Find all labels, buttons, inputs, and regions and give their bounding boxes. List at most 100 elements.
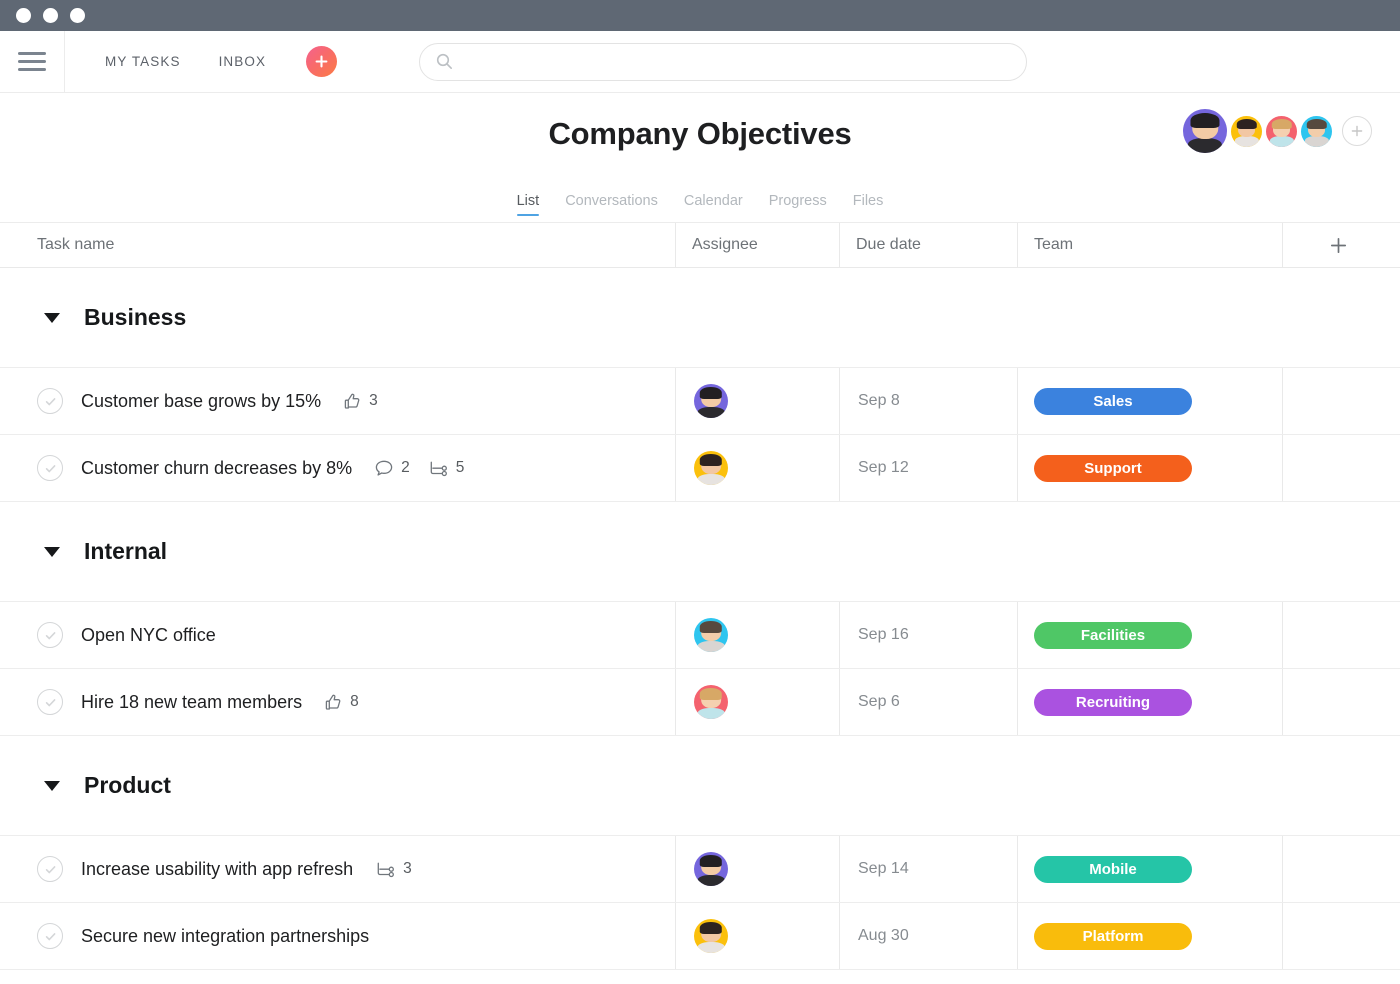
complete-task-checkbox[interactable] xyxy=(37,856,63,882)
task-meta-item[interactable]: 3 xyxy=(343,392,378,411)
avatar[interactable] xyxy=(1183,109,1227,153)
task-name-cell[interactable]: Customer base grows by 15% 3 xyxy=(0,368,675,434)
extra-cell[interactable] xyxy=(1282,368,1400,434)
team-cell[interactable]: Platform xyxy=(1017,903,1282,969)
assignee-cell[interactable] xyxy=(675,903,839,969)
window-close-button[interactable] xyxy=(16,8,31,23)
complete-task-checkbox[interactable] xyxy=(37,689,63,715)
window-maximize-button[interactable] xyxy=(70,8,85,23)
table-row[interactable]: Customer churn decreases by 8% 25 Sep 12… xyxy=(0,435,1400,502)
due-date-cell[interactable]: Aug 30 xyxy=(839,903,1017,969)
column-header-due-date[interactable]: Due date xyxy=(839,223,1017,267)
nav-link-my-tasks[interactable]: MY TASKS xyxy=(105,54,181,69)
extra-cell[interactable] xyxy=(1282,602,1400,668)
table-row[interactable]: Secure new integration partnerships Aug … xyxy=(0,903,1400,970)
column-header-team[interactable]: Team xyxy=(1017,223,1282,267)
task-name-cell[interactable]: Increase usability with app refresh 3 xyxy=(0,836,675,902)
due-date-label: Sep 6 xyxy=(858,693,900,710)
search-input[interactable] xyxy=(463,52,1011,71)
assignee-cell[interactable] xyxy=(675,368,839,434)
menu-button[interactable] xyxy=(0,30,65,93)
complete-task-checkbox[interactable] xyxy=(37,455,63,481)
plus-icon xyxy=(315,55,328,68)
extra-cell[interactable] xyxy=(1282,903,1400,969)
column-header-task-name[interactable]: Task name xyxy=(0,223,675,267)
team-cell[interactable]: Facilities xyxy=(1017,602,1282,668)
create-task-button[interactable] xyxy=(306,46,338,77)
due-date-cell[interactable]: Sep 12 xyxy=(839,435,1017,501)
extra-cell[interactable] xyxy=(1282,836,1400,902)
section-header-row: Company xyxy=(0,970,1400,984)
task-meta-item[interactable]: 3 xyxy=(375,860,412,879)
task-name-cell[interactable]: Hire 18 new team members 8 xyxy=(0,669,675,735)
table-row[interactable]: Customer base grows by 15% 3 Sep 8 Sales xyxy=(0,368,1400,435)
add-column-button[interactable] xyxy=(1282,223,1400,267)
status-badge[interactable]: Sales xyxy=(1034,387,1192,415)
task-name-cell[interactable]: Secure new integration partnerships xyxy=(0,903,675,969)
team-cell[interactable]: Recruiting xyxy=(1017,669,1282,735)
team-cell[interactable]: Support xyxy=(1017,435,1282,501)
comment-icon xyxy=(375,460,393,476)
project-members xyxy=(1183,109,1372,153)
table-row[interactable]: Open NYC office Sep 16 Facilities xyxy=(0,602,1400,669)
avatar[interactable] xyxy=(694,919,728,953)
status-badge[interactable]: Support xyxy=(1034,454,1192,482)
team-cell[interactable]: Mobile xyxy=(1017,836,1282,902)
tab-conversations[interactable]: Conversations xyxy=(565,193,658,216)
section-header-row: Product xyxy=(0,736,1400,836)
assignee-cell[interactable] xyxy=(675,669,839,735)
tab-list[interactable]: List xyxy=(516,193,539,216)
status-badge[interactable]: Facilities xyxy=(1034,621,1192,649)
avatar[interactable] xyxy=(1266,115,1297,147)
avatar[interactable] xyxy=(694,852,728,886)
table-row[interactable]: Hire 18 new team members 8 Sep 6 Recruit… xyxy=(0,669,1400,736)
nav-link-inbox[interactable]: INBOX xyxy=(219,54,267,69)
avatar[interactable] xyxy=(694,384,728,418)
collapse-caret-icon[interactable] xyxy=(44,546,60,557)
section-title: Product xyxy=(84,772,171,798)
avatar[interactable] xyxy=(694,685,728,719)
due-date-cell[interactable]: Sep 14 xyxy=(839,836,1017,902)
avatar[interactable] xyxy=(1301,115,1332,147)
assignee-cell[interactable] xyxy=(675,602,839,668)
extra-cell[interactable] xyxy=(1282,669,1400,735)
task-name-cell[interactable]: Open NYC office xyxy=(0,602,675,668)
column-header-assignee[interactable]: Assignee xyxy=(675,223,839,267)
search-bar[interactable] xyxy=(419,42,1028,81)
status-badge[interactable]: Recruiting xyxy=(1034,688,1192,716)
status-badge[interactable]: Platform xyxy=(1034,922,1192,950)
team-cell[interactable]: Sales xyxy=(1017,368,1282,434)
task-name-cell[interactable]: Customer churn decreases by 8% 25 xyxy=(0,435,675,501)
task-meta-item[interactable]: 2 xyxy=(374,459,410,478)
check-icon xyxy=(45,865,55,873)
due-date-cell[interactable]: Sep 6 xyxy=(839,669,1017,735)
tab-progress[interactable]: Progress xyxy=(769,193,827,216)
task-meta-count: 3 xyxy=(369,392,378,409)
collapse-caret-icon[interactable] xyxy=(44,780,60,791)
due-date-cell[interactable]: Sep 16 xyxy=(839,602,1017,668)
task-meta-item[interactable]: 5 xyxy=(428,459,464,478)
task-meta-count: 2 xyxy=(401,459,410,476)
window-minimize-button[interactable] xyxy=(43,8,58,23)
table-body: Business Customer base grows by 15% 3 Se… xyxy=(0,268,1400,984)
task-meta-item[interactable]: 8 xyxy=(324,693,359,712)
avatar[interactable] xyxy=(1231,115,1262,147)
avatar[interactable] xyxy=(694,451,728,485)
due-date-label: Sep 8 xyxy=(858,392,900,409)
window-titlebar xyxy=(0,0,1400,31)
table-row[interactable]: Increase usability with app refresh 3 Se… xyxy=(0,836,1400,903)
avatar[interactable] xyxy=(694,618,728,652)
add-member-button[interactable] xyxy=(1342,116,1372,146)
complete-task-checkbox[interactable] xyxy=(37,923,63,949)
assignee-cell[interactable] xyxy=(675,435,839,501)
extra-cell[interactable] xyxy=(1282,435,1400,501)
collapse-caret-icon[interactable] xyxy=(44,312,60,323)
status-badge[interactable]: Mobile xyxy=(1034,855,1192,883)
tab-files[interactable]: Files xyxy=(853,193,884,216)
complete-task-checkbox[interactable] xyxy=(37,622,63,648)
plus-icon xyxy=(1330,237,1347,253)
complete-task-checkbox[interactable] xyxy=(37,388,63,414)
assignee-cell[interactable] xyxy=(675,836,839,902)
due-date-cell[interactable]: Sep 8 xyxy=(839,368,1017,434)
tab-calendar[interactable]: Calendar xyxy=(684,193,743,216)
